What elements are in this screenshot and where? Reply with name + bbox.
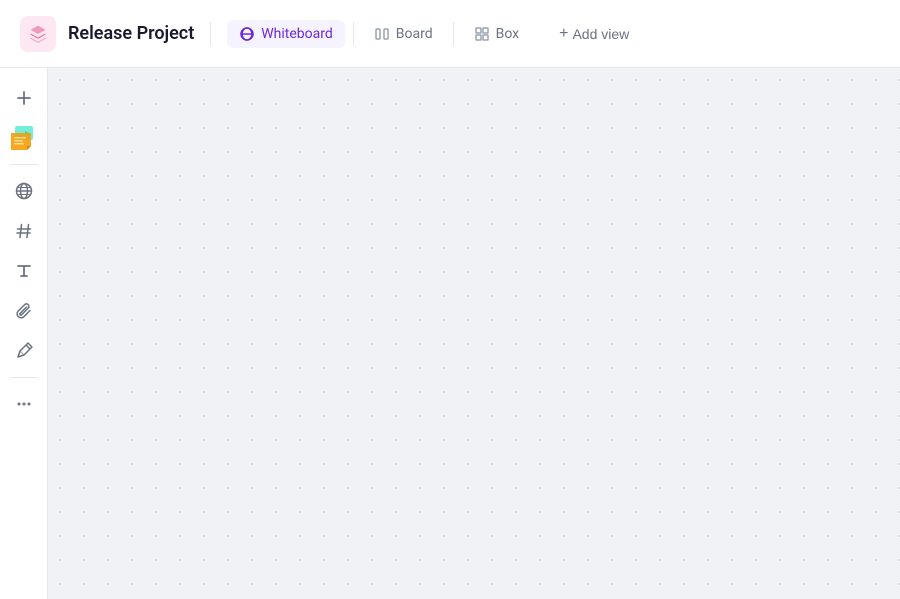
box-icon [474,26,490,42]
canvas-area[interactable] [48,68,900,599]
more-button[interactable] [6,386,42,422]
hash-button[interactable] [6,213,42,249]
tab-board[interactable]: Board [362,20,445,48]
add-view-label: Add view [572,26,629,42]
nav-tabs: Whiteboard Board [227,20,531,48]
main-layout [0,68,900,599]
tab-box-label: Box [496,26,520,42]
project-title: Release Project [68,23,194,44]
tab-divider-1 [353,22,354,46]
add-view-plus-icon: + [559,25,568,43]
attach-button[interactable] [6,293,42,329]
toolbar-divider-2 [10,377,38,378]
tab-whiteboard[interactable]: Whiteboard [227,20,345,48]
board-icon [374,26,390,42]
project-icon [20,16,56,52]
nav-divider [210,22,211,46]
toolbar-divider-1 [10,164,38,165]
tab-board-label: Board [396,26,433,42]
whiteboard-icon [239,26,255,42]
sticky-note-button[interactable] [6,120,42,156]
draw-button[interactable] [6,333,42,369]
tab-box[interactable]: Box [462,20,532,48]
text-button[interactable] [6,253,42,289]
tab-divider-2 [453,22,454,46]
globe-button[interactable] [6,173,42,209]
tab-whiteboard-label: Whiteboard [261,26,333,42]
header: Release Project Whiteboard [0,0,900,68]
add-view-button[interactable]: + Add view [547,19,641,49]
left-toolbar [0,68,48,599]
add-button[interactable] [6,80,42,116]
